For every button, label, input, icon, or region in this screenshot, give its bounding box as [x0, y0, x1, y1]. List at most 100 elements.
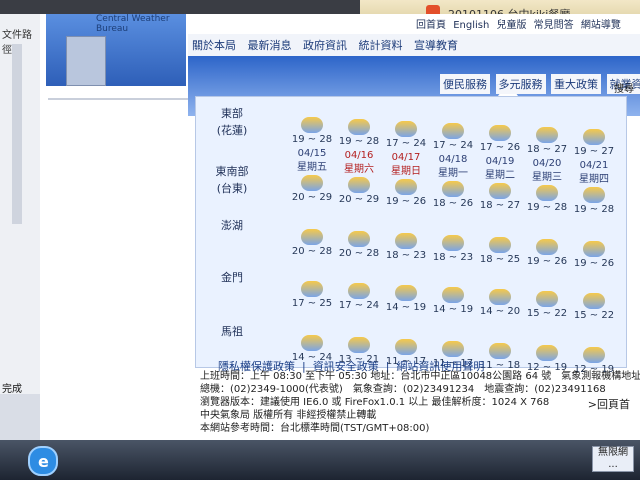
date-cell: 04/18 星期一	[431, 153, 475, 185]
forecast-cell: 20 ~ 28	[290, 229, 334, 263]
nav-item[interactable]: 統計資料	[355, 34, 407, 56]
date-value: 04/19	[485, 156, 515, 167]
weekday: 星期五	[297, 162, 327, 173]
weather-icon	[348, 119, 370, 135]
weather-icon	[442, 235, 464, 251]
weekday: 星期四	[579, 174, 609, 185]
weather-icon	[348, 231, 370, 247]
weather-icon	[489, 343, 511, 359]
date-value: 04/16	[344, 150, 374, 161]
forecast-cell: 18 ~ 27	[478, 183, 522, 217]
date-value: 04/18	[438, 154, 468, 165]
station-name: 東部	[221, 107, 243, 120]
nav-item[interactable]: 多元服務	[495, 74, 546, 94]
nav-item[interactable]: 便民服務	[440, 74, 490, 94]
weather-icon	[489, 289, 511, 305]
weather-icon	[442, 287, 464, 303]
forecast-cell: 18 ~ 25	[478, 237, 522, 271]
nav-item[interactable]: 最新消息	[244, 34, 296, 56]
temp-range: 18 ~ 27	[479, 200, 521, 211]
weather-icon	[395, 121, 417, 137]
forecast-cell: 19 ~ 28	[525, 185, 569, 219]
nav-item[interactable]: 政府資訊	[299, 34, 351, 56]
temp-range: 18 ~ 25	[479, 254, 521, 265]
top-link[interactable]: 回首頁	[416, 20, 446, 31]
weather-icon	[395, 339, 417, 355]
temp-range: 14 ~ 20	[479, 306, 521, 317]
station-name: 馬祖	[221, 325, 243, 338]
forecast-table: 東部 (花蓮) 19 ~ 28 19 ~ 28 17 ~ 24 17 ~ 24 17 ~ 2…	[195, 96, 627, 375]
footer-info: 上班時間：上午 08:30 至下午 05:30 地址：台北市中正區10048公園…	[200, 370, 640, 435]
nav-item[interactable]: 宣導教育	[410, 34, 462, 56]
weather-icon	[536, 127, 558, 143]
station-label: 馬祖	[196, 323, 268, 357]
date-cell: 04/20 星期三	[525, 157, 569, 189]
forecast-cell: 14 ~ 20	[478, 289, 522, 323]
weather-icon	[536, 239, 558, 255]
forecast-cell: 14 ~ 19	[431, 287, 475, 321]
weekday: 星期二	[485, 170, 515, 181]
webpage: Central Weather Bureau 回首頁 English 兒童版 常…	[40, 14, 640, 440]
forecast-cell: 18 ~ 23	[431, 235, 475, 269]
temp-range: 18 ~ 23	[385, 250, 427, 261]
temp-range: 19 ~ 28	[291, 134, 333, 145]
forecast-cell: 19 ~ 26	[384, 179, 428, 213]
nav-item[interactable]: 關於本局	[188, 34, 240, 56]
forecast-cell: 19 ~ 28	[290, 117, 334, 151]
temp-range: 15 ~ 22	[573, 310, 615, 321]
forecast-cell: 19 ~ 28	[337, 119, 381, 153]
forecast-cell: 20 ~ 29	[290, 175, 334, 209]
temp-range: 17 ~ 24	[432, 140, 474, 151]
search-label: 搜尋	[614, 84, 634, 95]
back-to-top-link[interactable]: >回頁首	[588, 396, 630, 412]
top-link[interactable]: 網站導覽	[581, 20, 621, 31]
temp-range: 17 ~ 24	[385, 138, 427, 149]
weather-icon	[301, 117, 323, 133]
forecast-cell: 19 ~ 28	[572, 187, 616, 221]
weather-icon	[442, 123, 464, 139]
footer-line: 本網站參考時間：台北標準時間(TST/GMT+08:00)	[200, 423, 430, 434]
station-name: 金門	[221, 271, 243, 284]
top-link[interactable]: 常見問答	[534, 20, 574, 31]
weather-icon	[348, 337, 370, 353]
temp-range: 20 ~ 29	[338, 194, 380, 205]
temp-range: 18 ~ 27	[526, 144, 568, 155]
top-link[interactable]: 兒童版	[496, 20, 526, 31]
date-cell: 04/16 星期六	[337, 149, 381, 181]
nav-item[interactable]: 重大政策	[551, 74, 601, 94]
temp-range: 15 ~ 22	[526, 308, 568, 319]
temp-range: 17 ~ 24	[338, 300, 380, 311]
browser-icon[interactable]: e	[28, 446, 58, 476]
station-label: 金門	[196, 269, 268, 303]
weekday: 星期日	[391, 166, 421, 177]
footer-line: 瀏覽器版本：建議使用 IE6.0 或 FireFox1.0.1 以上 最佳解析度…	[200, 397, 550, 408]
temp-range: 20 ~ 28	[338, 248, 380, 259]
temp-range: 18 ~ 23	[432, 252, 474, 263]
forecast-cell: 15 ~ 22	[525, 291, 569, 325]
weather-icon	[536, 345, 558, 361]
footer-line: 上班時間：上午 08:30 至下午 05:30 地址：台北市中正區10048公園…	[200, 371, 640, 382]
station-label: 澎湖	[196, 217, 268, 251]
forecast-cell: 19 ~ 27	[572, 129, 616, 163]
weather-icon	[536, 291, 558, 307]
temp-range: 14 ~ 19	[385, 302, 427, 313]
top-link[interactable]: English	[453, 20, 489, 31]
forecast-cell: 18 ~ 26	[431, 181, 475, 215]
left-pane: 文件路徑	[0, 14, 41, 394]
taskbar-app-label-2: ...	[608, 459, 618, 470]
temp-range: 14 ~ 19	[432, 304, 474, 315]
weather-icon	[301, 229, 323, 245]
forecast-cell: 20 ~ 29	[337, 177, 381, 211]
date-cell: 04/21 星期四	[572, 159, 616, 191]
forecast-cell: 18 ~ 27	[525, 127, 569, 161]
temp-range: 17 ~ 26	[479, 142, 521, 153]
weather-icon	[348, 283, 370, 299]
left-scrollbar[interactable]	[12, 44, 22, 224]
temp-range: 19 ~ 26	[526, 256, 568, 267]
status-text: 完成	[2, 384, 22, 395]
date-cell: 04/17 星期日	[384, 151, 428, 183]
station-region: (台東)	[216, 182, 248, 195]
station-region: (花蓮)	[216, 124, 248, 137]
date-cell: 04/19 星期二	[478, 155, 522, 187]
taskbar-app[interactable]: 無限網 ...	[592, 446, 634, 472]
